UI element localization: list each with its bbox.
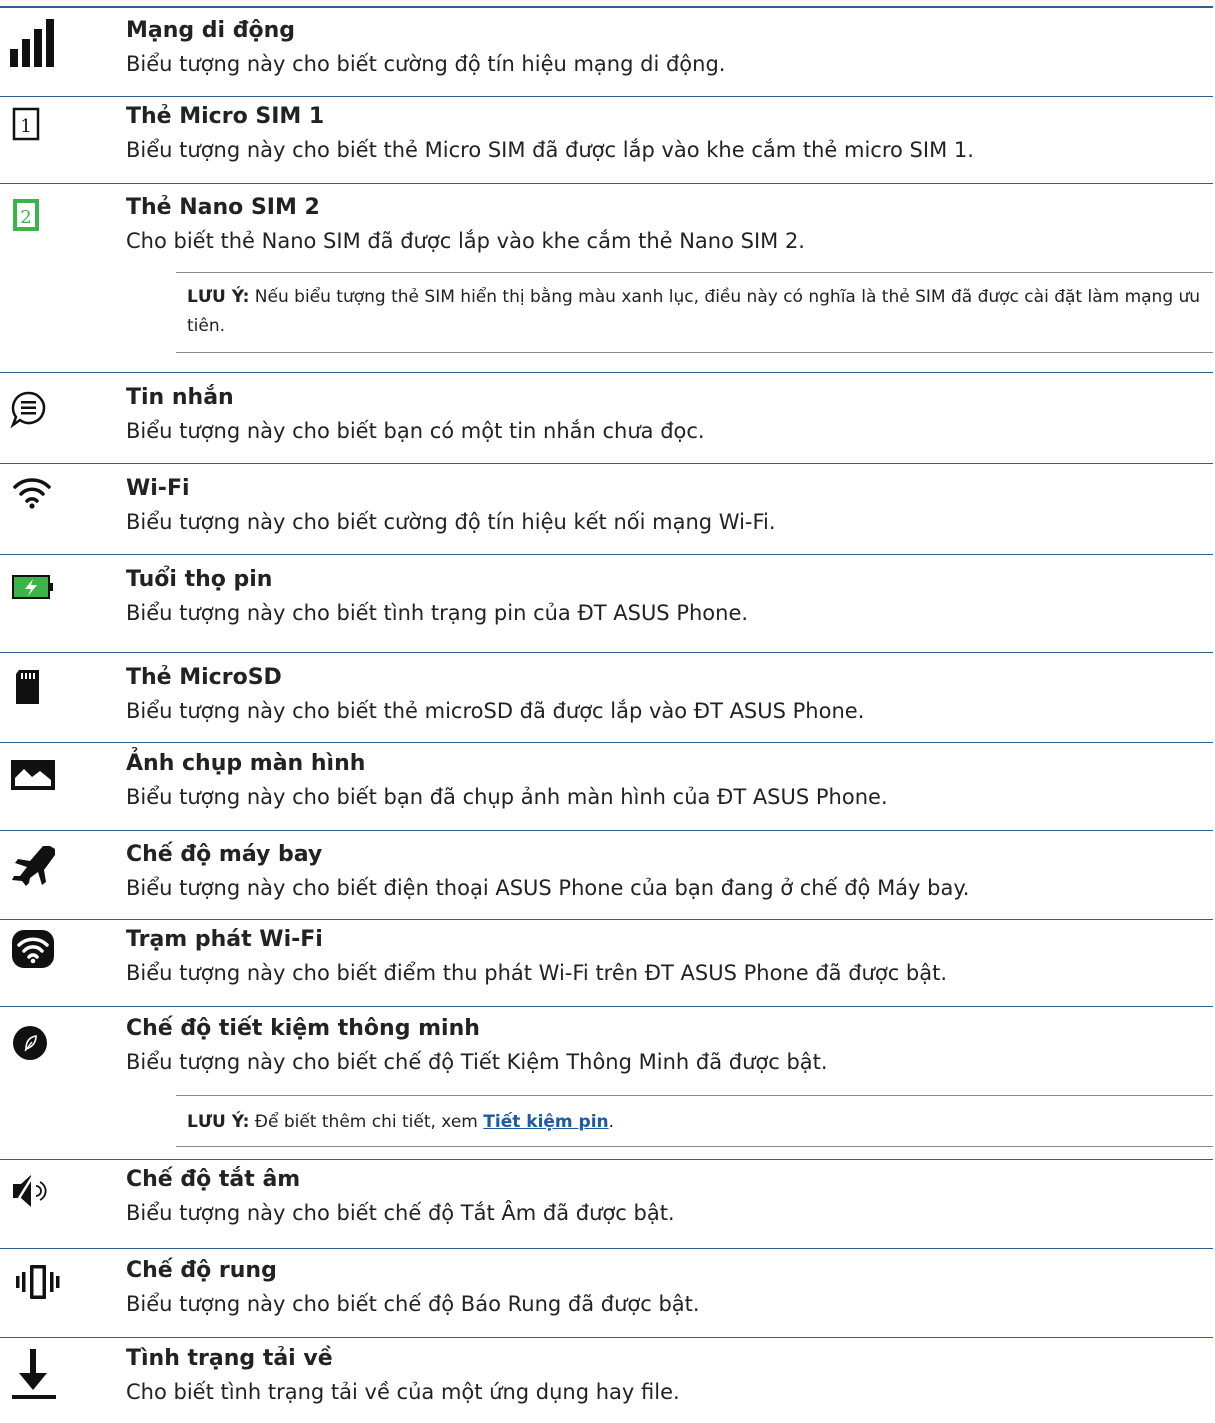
- divider: [0, 96, 1213, 97]
- smart-saving-leaf-icon: [0, 1015, 70, 1065]
- item-title: Tuổi thọ pin: [126, 567, 273, 592]
- signal-bars-icon: [0, 17, 70, 67]
- divider: [0, 742, 1213, 743]
- sim-card-2-icon: 2: [0, 194, 70, 244]
- item-description: Biểu tượng này cho biết điện thoại ASUS …: [126, 876, 970, 900]
- note-divider: [176, 352, 1213, 353]
- svg-text:2: 2: [20, 207, 31, 228]
- note-sim: LƯU Ý: Nếu biểu tượng thẻ SIM hiển thị b…: [187, 287, 1201, 336]
- note-battery-saving: LƯU Ý: Để biết thêm chi tiết, xem Tiết k…: [187, 1112, 615, 1132]
- item-description: Biểu tượng này cho biết cường độ tín hiệ…: [126, 510, 776, 534]
- item-title: Ảnh chụp màn hình: [126, 751, 366, 776]
- divider: [0, 463, 1213, 464]
- item-title: Tin nhắn: [126, 385, 234, 410]
- item-description: Biểu tượng này cho biết cường độ tín hiệ…: [126, 52, 726, 76]
- item-title: Wi-Fi: [126, 476, 190, 501]
- microsd-card-icon: [0, 664, 70, 714]
- note-divider: [176, 1146, 1213, 1147]
- item-title: Thẻ Micro SIM 1: [126, 104, 325, 129]
- screenshot-image-icon: [0, 750, 70, 800]
- wifi-hotspot-icon: [0, 926, 70, 976]
- divider: [0, 183, 1213, 184]
- divider: [0, 652, 1213, 653]
- item-title: Trạm phát Wi-Fi: [126, 927, 323, 952]
- item-description: Biểu tượng này cho biết chế độ Tắt Âm đã…: [126, 1201, 675, 1225]
- note-divider: [176, 272, 1213, 273]
- divider: [0, 830, 1213, 831]
- item-title: Thẻ MicroSD: [126, 665, 282, 690]
- divider: [0, 372, 1213, 373]
- sim-card-1-icon: 1: [0, 103, 70, 153]
- divider: [0, 1159, 1213, 1160]
- item-description: Biểu tượng này cho biết chế độ Báo Rung …: [126, 1292, 700, 1316]
- divider: [0, 554, 1213, 555]
- divider: [0, 1006, 1213, 1007]
- divider: [0, 919, 1213, 920]
- message-icon: [0, 384, 70, 434]
- item-title: Thẻ Nano SIM 2: [126, 195, 320, 220]
- top-rule: [0, 6, 1213, 8]
- item-title: Chế độ rung: [126, 1258, 277, 1283]
- divider: [0, 1248, 1213, 1249]
- battery-saving-link[interactable]: Tiết kiệm pin: [483, 1112, 608, 1132]
- item-title: Chế độ tắt âm: [126, 1167, 301, 1192]
- airplane-icon: [0, 841, 70, 891]
- download-icon: [0, 1345, 70, 1399]
- item-title: Mạng di động: [126, 18, 296, 43]
- divider: [0, 1337, 1213, 1338]
- mute-speaker-icon: [0, 1166, 70, 1216]
- item-description: Biểu tượng này cho biết điểm thu phát Wi…: [126, 961, 948, 985]
- item-description: Biểu tượng này cho biết thẻ Micro SIM đã…: [126, 138, 974, 162]
- item-description: Biểu tượng này cho biết tình trạng pin c…: [126, 601, 749, 625]
- item-title: Chế độ tiết kiệm thông minh: [126, 1016, 480, 1041]
- wifi-icon: [0, 475, 70, 525]
- item-description: Cho biết tình trạng tải về của một ứng d…: [126, 1380, 680, 1404]
- item-description: Biểu tượng này cho biết bạn có một tin n…: [126, 419, 705, 443]
- svg-text:1: 1: [20, 116, 31, 137]
- note-divider: [176, 1095, 1213, 1096]
- battery-charging-icon: [0, 566, 70, 616]
- item-description: Biểu tượng này cho biết bạn đã chụp ảnh …: [126, 785, 888, 809]
- item-description: Biểu tượng này cho biết thẻ microSD đã đ…: [126, 699, 865, 723]
- vibrate-icon: [0, 1257, 70, 1307]
- item-title: Chế độ máy bay: [126, 842, 323, 867]
- item-title: Tình trạng tải về: [126, 1346, 333, 1371]
- item-description: Biểu tượng này cho biết chế độ Tiết Kiệm…: [126, 1050, 828, 1074]
- item-description: Cho biết thẻ Nano SIM đã được lắp vào kh…: [126, 229, 805, 253]
